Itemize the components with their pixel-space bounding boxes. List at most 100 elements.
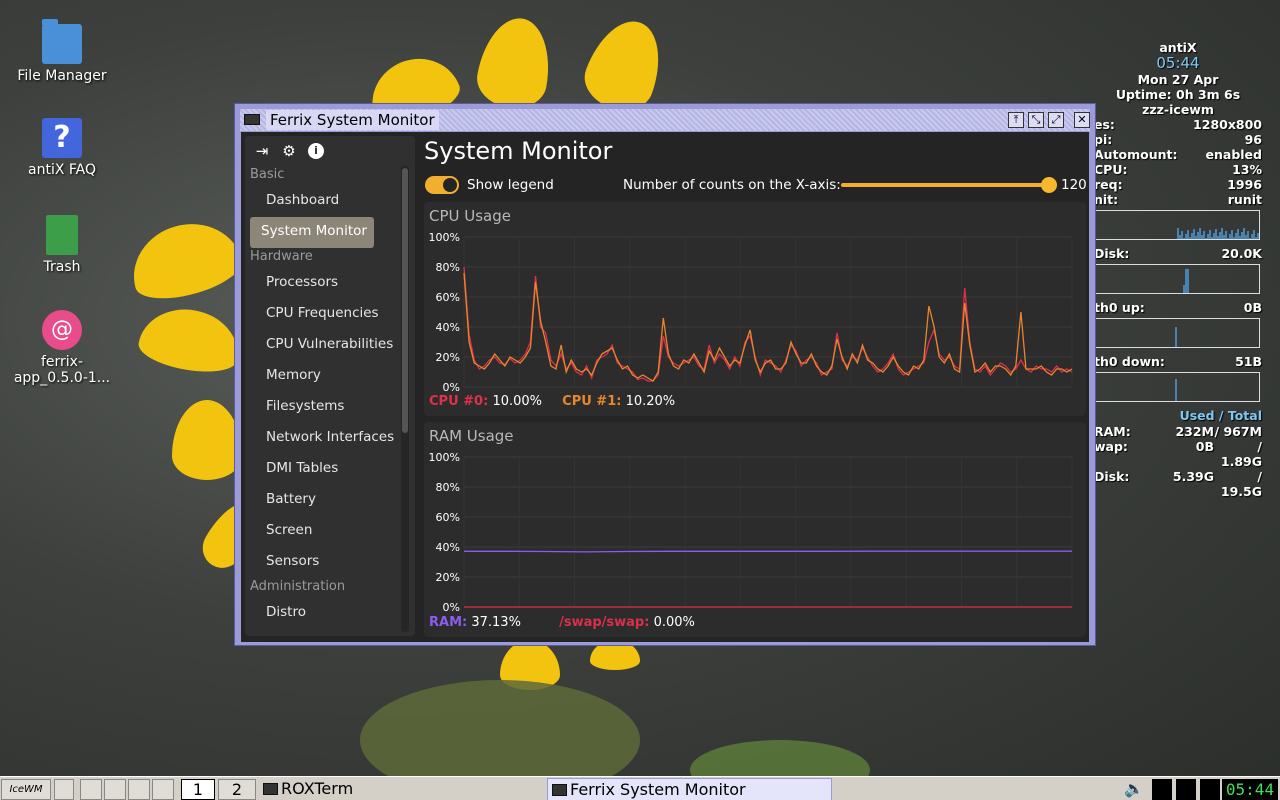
desktop-icon-label: File Manager	[17, 68, 107, 84]
conky-mem-row: wap: 0B / 1.89G	[1094, 439, 1262, 469]
ferrix-window: Ferrix System Monitor ⤒ ⤡ ⤢ ✕ ⇥ ⚙ i Basi…	[234, 103, 1096, 646]
conky-mem-total: / 967M	[1214, 424, 1262, 439]
cpu-usage-plot: 100% 80% 60% 40% 20% 0%	[429, 231, 1073, 394]
y-tick-label: 0%	[443, 381, 460, 394]
task-ferrix[interactable]: Ferrix System Monitor	[547, 778, 832, 800]
sidebar-item-distro[interactable]: Distro	[250, 598, 410, 629]
sidebar-section-header: Hardware	[250, 249, 313, 264]
sidebar-item-sensors[interactable]: Sensors	[250, 547, 410, 578]
legend-ram-value: 37.13%	[471, 615, 521, 630]
sidebar-item-processors[interactable]: Processors	[250, 268, 410, 299]
sidebar-item-dmi-tables[interactable]: DMI Tables	[250, 454, 410, 485]
conky-row-value: 96	[1244, 132, 1262, 147]
show-legend-toggle[interactable]	[425, 176, 459, 194]
desktop-icon-antix-faq[interactable]: ? antiX FAQ	[7, 118, 117, 178]
pin-icon[interactable]: ⤒	[1008, 112, 1024, 128]
task-label: Ferrix System Monitor	[570, 780, 746, 799]
info-icon[interactable]: i	[307, 142, 325, 160]
page-title: System Monitor	[424, 137, 613, 165]
workspace-2[interactable]: 2	[218, 779, 256, 800]
maximize-icon[interactable]: ⤢	[1048, 112, 1064, 128]
conky-row-value: 1996	[1227, 177, 1262, 192]
workspace-1[interactable]: 1	[181, 779, 215, 800]
conky-mem-used: 5.39G	[1172, 469, 1214, 484]
minimize-icon[interactable]: ⤡	[1028, 112, 1044, 128]
help-icon: ?	[42, 118, 82, 158]
app-icon	[244, 114, 260, 125]
gear-icon[interactable]: ⚙	[280, 142, 298, 160]
sidebar-item-memory[interactable]: Memory	[250, 361, 410, 392]
conky-row-label: req:	[1094, 177, 1123, 192]
cpu-monitor-icon	[1152, 779, 1172, 800]
conky-disk-label: Disk:	[1094, 246, 1130, 261]
disk-graph	[1094, 264, 1260, 294]
cpu-graph	[1094, 210, 1260, 240]
conky-eth-down-label: th0 down:	[1094, 354, 1165, 369]
cpu-legend: CPU #0: 10.00% CPU #1: 10.20%	[429, 394, 675, 409]
sidebar-section-header: Basic	[250, 167, 285, 182]
file-manager-launcher-icon[interactable]	[80, 779, 102, 800]
sidebar-item-battery[interactable]: Battery	[250, 485, 410, 516]
y-tick-label: 60%	[436, 511, 460, 524]
task-roxterm[interactable]: ROXTerm	[259, 778, 545, 800]
conky-row: CPU: 13%	[1094, 162, 1262, 177]
legend-cpu0-label: CPU #0:	[429, 394, 489, 409]
memory-monitor-icon	[1176, 779, 1196, 800]
collapse-sidebar-icon[interactable]: ⇥	[253, 142, 271, 160]
conky-mem-label: RAM:	[1094, 424, 1131, 439]
sidebar-list: Basic Dashboard System Monitor Hardware Proc…	[245, 166, 415, 629]
terminal-icon	[263, 783, 278, 795]
app-icon	[552, 784, 567, 796]
window-title: Ferrix System Monitor	[266, 110, 439, 130]
conky-row-label: es:	[1094, 117, 1115, 132]
desktop-icon-label: Trash	[43, 259, 81, 275]
sidebar-item-cpu-vulnerabilities[interactable]: CPU Vulnerabilities	[250, 330, 410, 361]
conky-row-label: pi:	[1094, 132, 1113, 147]
y-tick-label: 100%	[429, 231, 460, 244]
show-desktop-icon[interactable]	[54, 779, 74, 800]
sidebar-section-header: Administration	[250, 579, 346, 594]
sidebar-item-cpu-frequencies[interactable]: CPU Frequencies	[250, 299, 410, 330]
cpu-usage-chart: CPU Usage 100% 80% 60% 40% 20% 0% CPU #0: 10.…	[424, 202, 1086, 416]
conky-row: pi: 96	[1094, 132, 1262, 147]
sidebar-item-screen[interactable]: Screen	[250, 516, 410, 547]
x-axis-counts-slider[interactable]	[841, 183, 1047, 187]
terminal-launcher-icon[interactable]	[104, 779, 126, 800]
desktop-icon-trash[interactable]: Trash	[7, 215, 117, 275]
desktop-icon-ferrix-package[interactable]: @ ferrix-app_0.5.0-1...	[7, 310, 117, 386]
volume-icon[interactable]: 🔈	[1124, 779, 1146, 800]
series-line-0	[463, 266, 1073, 382]
y-tick-label: 0%	[443, 601, 460, 614]
conky-row-label: nit:	[1094, 192, 1119, 207]
conky-eth-down-value: 51B	[1235, 354, 1262, 369]
close-icon[interactable]: ✕	[1074, 112, 1090, 128]
conky-row-value: 13%	[1232, 162, 1262, 177]
sidebar-item-dashboard[interactable]: Dashboard	[250, 186, 410, 217]
conky-mem-row: Disk: 5.39G / 19.5G	[1094, 469, 1262, 499]
sidebar-item-system-monitor[interactable]: System Monitor	[250, 217, 374, 248]
conky-wm: zzz-icewm	[1142, 102, 1214, 117]
start-button[interactable]: IceWM	[1, 779, 51, 800]
archive-launcher-icon[interactable]	[128, 779, 150, 800]
sidebar-scrollbar[interactable]	[401, 166, 409, 632]
sidebar-item-network-interfaces[interactable]: Network Interfaces	[250, 423, 410, 454]
conky-mem-used: 0B	[1195, 439, 1214, 454]
conky-hostname: antiX	[1159, 40, 1197, 55]
conky-row-label: CPU:	[1094, 162, 1128, 177]
taskbar-clock[interactable]: 05:44	[1222, 779, 1278, 800]
conky-mem-label: Disk:	[1094, 469, 1130, 484]
conky-date: Mon 27 Apr	[1137, 72, 1219, 87]
desktop-icon-file-manager[interactable]: File Manager	[7, 19, 117, 84]
conky-row-label: Automount:	[1094, 147, 1178, 162]
sidebar-item-filesystems[interactable]: Filesystems	[250, 392, 410, 423]
conky-row-value: 1280x800	[1193, 117, 1262, 132]
debian-package-icon: @	[42, 310, 82, 350]
y-tick-label: 80%	[436, 481, 460, 494]
conky-time: 05:44	[1156, 54, 1200, 72]
ram-usage-chart: RAM Usage 100% 80% 60% 40% 20% 0% RAM: 37.13%…	[424, 422, 1086, 637]
window-titlebar[interactable]: Ferrix System Monitor ⤒ ⤡ ⤢ ✕	[240, 109, 1090, 131]
slider-handle[interactable]	[1041, 177, 1057, 193]
legend-cpu1-label: CPU #1:	[562, 394, 622, 409]
browser-launcher-icon[interactable]	[152, 779, 174, 800]
sidebar-toolbar: ⇥ ⚙ i	[245, 136, 415, 166]
